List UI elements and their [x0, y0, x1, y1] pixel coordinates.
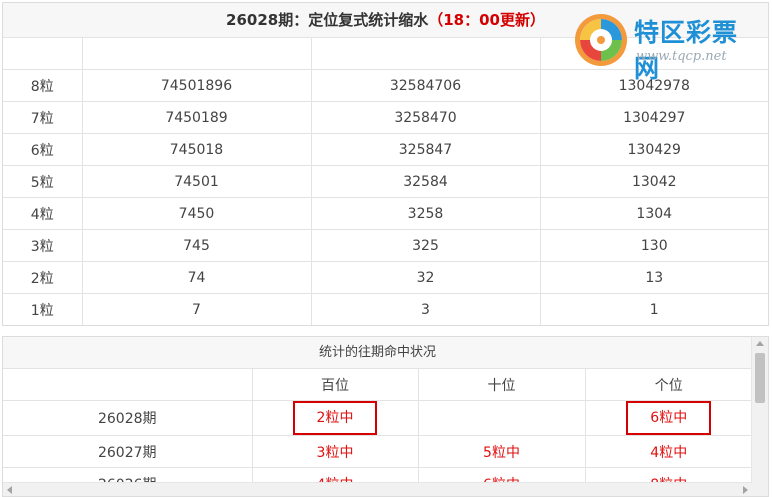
cell-value: 3258 — [311, 197, 541, 230]
table-row: 2粒 74 32 13 — [3, 261, 768, 294]
cell-value: 745 — [82, 229, 312, 262]
cell-value: 325847 — [311, 133, 541, 166]
table-row: 6粒 745018 325847 130429 — [3, 133, 768, 166]
horizontal-scrollbar[interactable] — [3, 482, 752, 496]
cell-value: 74501896 — [82, 69, 312, 102]
cell-value: 130429 — [540, 133, 768, 166]
cell-value: 13042 — [540, 165, 768, 198]
table-row: 3粒 745 325 130 — [3, 229, 768, 262]
history-hits-panel[interactable]: 统计的往期命中状况 百位 十位 个位 26028期 2粒中 6粒中 26027期 — [2, 336, 769, 497]
table-row: 7粒 7450189 3258470 1304297 — [3, 101, 768, 134]
cell-value: 1304 — [540, 197, 768, 230]
table-row: 4粒 7450 3258 1304 — [3, 197, 768, 230]
header-cell — [3, 38, 83, 70]
hit-cell: 2粒中 — [252, 400, 419, 436]
hit-cell: 5粒中 — [418, 435, 586, 468]
issue-cell: 26028期 — [3, 400, 253, 436]
header-cell: 百位 — [252, 369, 419, 401]
table-row: 5粒 74501 32584 13042 — [3, 165, 768, 198]
row-label: 7粒 — [3, 101, 83, 134]
cell-value: 3258470 — [311, 101, 541, 134]
row-label: 2粒 — [3, 261, 83, 294]
cell-value: 130 — [540, 229, 768, 262]
cell-value: 1 — [649, 301, 659, 318]
table-row: 1粒 7 3 1 — [3, 293, 768, 325]
cell-value: 74 — [82, 261, 312, 294]
cell-value: 7450189 — [82, 101, 312, 134]
header-cell: 十位 — [418, 369, 586, 401]
history-title: 统计的往期命中状况 — [3, 337, 752, 369]
header-cell — [3, 369, 253, 401]
row-label: 5粒 — [3, 165, 83, 198]
scrollbar-thumb[interactable] — [755, 353, 765, 403]
scroll-up-icon[interactable] — [756, 341, 764, 346]
cell-value: 3 — [311, 293, 541, 325]
site-logo[interactable]: 特区彩票网 www.tqcp.net — [572, 11, 762, 83]
vertical-scrollbar[interactable] — [751, 337, 768, 496]
header-cell: 个位 — [585, 369, 752, 401]
cell-value: 745018 — [82, 133, 312, 166]
highlighted-hit: 2粒中 — [292, 401, 378, 435]
header-cell — [82, 38, 312, 70]
row-label: 1粒 — [3, 293, 83, 325]
panel-title-main: 26028期：定位复式统计缩水 — [226, 11, 429, 29]
hit-cell: 3粒中 — [252, 435, 419, 468]
cell-value: 13 — [540, 261, 768, 294]
logo-url-text: www.tqcp.net — [636, 49, 727, 64]
panel-title-update: （18：00更新） — [428, 11, 545, 29]
row-label: 6粒 — [3, 133, 83, 166]
scroll-left-icon[interactable] — [7, 486, 12, 494]
row-label: 4粒 — [3, 197, 83, 230]
cell-value: 1304297 — [540, 101, 768, 134]
scroll-right-icon[interactable] — [743, 486, 748, 494]
highlighted-hit: 6粒中 — [626, 401, 712, 435]
table-row: 26028期 2粒中 6粒中 — [3, 400, 752, 436]
page: 26028期：定位复式统计缩水（18：00更新） 8粒 74501896 325… — [0, 0, 772, 497]
cell-value: 32584 — [311, 165, 541, 198]
issue-cell: 26027期 — [3, 435, 253, 468]
logo-swirl-icon — [575, 14, 627, 66]
hit-cell: 4粒中 — [585, 435, 752, 468]
row-label: 8粒 — [3, 69, 83, 102]
hit-cell: 6粒中 — [585, 400, 752, 436]
history-header-row: 百位 十位 个位 — [3, 369, 752, 401]
row-label: 3粒 — [3, 229, 83, 262]
cell-value: 32584706 — [311, 69, 541, 102]
cell-value: 325 — [311, 229, 541, 262]
compression-stats-panel: 26028期：定位复式统计缩水（18：00更新） 8粒 74501896 325… — [2, 2, 769, 326]
cell-value: 7450 — [82, 197, 312, 230]
table-row: 26027期 3粒中 5粒中 4粒中 — [3, 435, 752, 468]
cell-value: 32 — [311, 261, 541, 294]
cell-value: 74501 — [82, 165, 312, 198]
history-table: 百位 十位 个位 26028期 2粒中 6粒中 26027期 3粒中 5粒中 4… — [3, 369, 752, 496]
history-content: 统计的往期命中状况 百位 十位 个位 26028期 2粒中 6粒中 26027期 — [3, 337, 752, 496]
cell-value: 7 — [82, 293, 312, 325]
header-cell — [311, 38, 541, 70]
hit-cell — [418, 400, 586, 436]
